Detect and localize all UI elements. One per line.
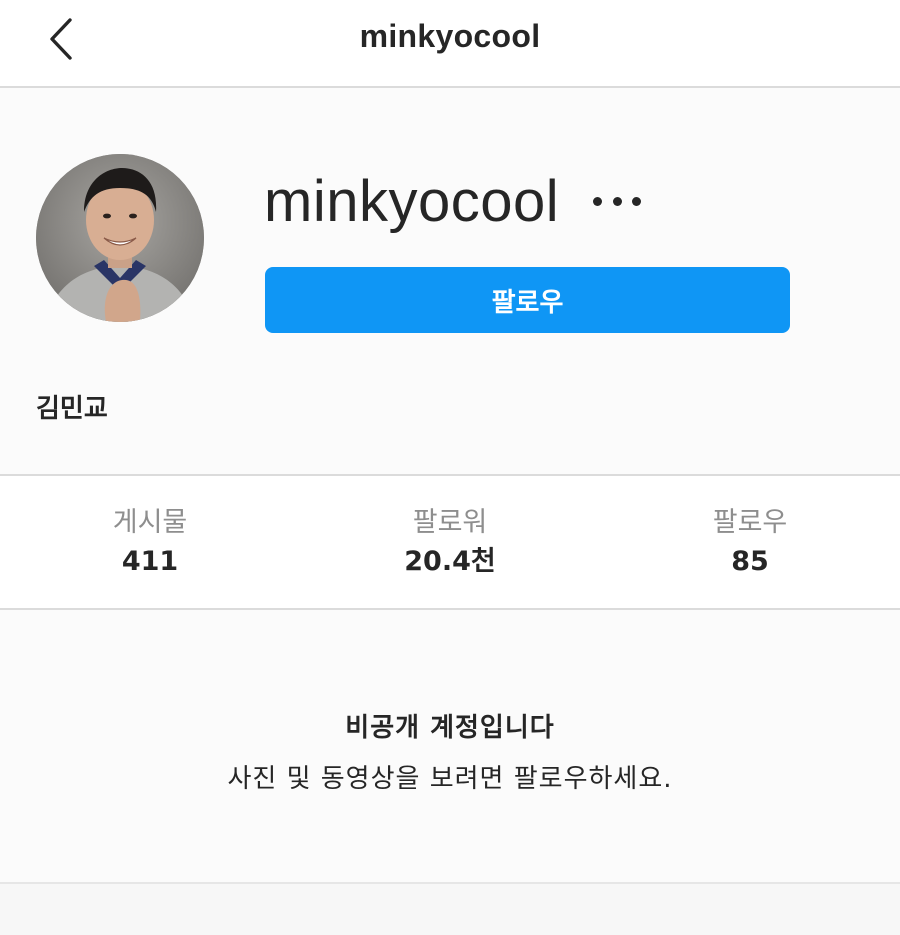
- stat-posts: 게시물 411: [0, 476, 300, 608]
- follow-button[interactable]: 팔로우: [265, 267, 790, 333]
- profile-stats: 게시물 411 팔로워 20.4천 팔로우 85: [0, 474, 900, 610]
- private-title: 비공개 계정입니다: [345, 713, 555, 743]
- stat-value: 85: [731, 546, 769, 577]
- profile-screen: minkyocool minkyocool 팔로우 김민교 게시물 411 팔로…: [0, 0, 900, 935]
- stat-value: 411: [121, 546, 179, 577]
- stat-label: 게시물: [112, 507, 188, 538]
- stat-label: 팔로워: [412, 507, 488, 538]
- stat-value: 20.4천: [404, 546, 496, 577]
- top-nav-bar: minkyocool: [0, 0, 900, 88]
- stat-followers[interactable]: 팔로워 20.4천: [300, 476, 600, 608]
- private-account-notice: 비공개 계정입니다 사진 및 동영상을 보려면 팔로우하세요.: [0, 610, 900, 884]
- profile-full-name: 김민교: [36, 394, 108, 424]
- stat-label: 팔로우: [712, 507, 788, 538]
- more-options-button[interactable]: [593, 181, 642, 221]
- avatar[interactable]: [36, 154, 204, 322]
- stat-following[interactable]: 팔로우 85: [600, 476, 900, 608]
- page-title: minkyocool: [359, 18, 541, 54]
- username-row: minkyocool: [264, 166, 642, 236]
- profile-username: minkyocool: [264, 168, 560, 234]
- profile-header: minkyocool 팔로우 김민교: [0, 88, 900, 474]
- bottom-area: [0, 884, 900, 935]
- profile-photo: [36, 154, 204, 322]
- private-description: 사진 및 동영상을 보려면 팔로우하세요.: [227, 764, 673, 794]
- more-horizontal-icon: [593, 196, 603, 206]
